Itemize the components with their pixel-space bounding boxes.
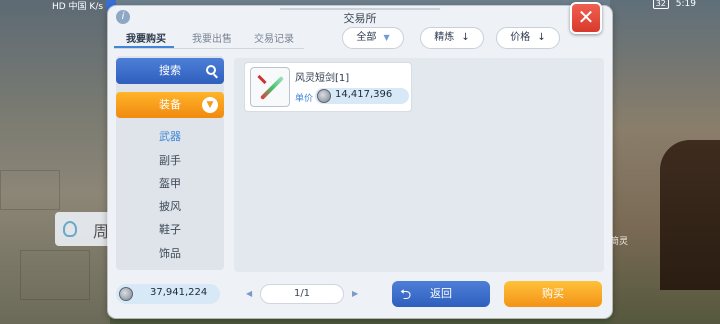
balance-display: 37,941,224	[116, 284, 220, 304]
category-dropdown[interactable]: 装备 ▼	[116, 92, 224, 118]
sort-price-label: 价格	[510, 32, 531, 43]
search-button-label: 搜索	[159, 64, 181, 77]
sidebar-item-accessory[interactable]: 饰品	[116, 245, 224, 261]
chevron-down-icon: ▼	[202, 97, 218, 113]
sidebar-item-cloak[interactable]: 披风	[116, 198, 224, 214]
sidebar-item-offhand[interactable]: 副手	[116, 152, 224, 168]
category-sidebar: 搜索 装备 ▼ 武器 副手 盔甲 披风 鞋子 饰品	[116, 56, 224, 270]
background-chip-text: 周	[93, 222, 110, 241]
page-indicator: 1/1	[260, 284, 344, 304]
tab-sell[interactable]: 我要出售	[192, 30, 232, 45]
sword-guard	[257, 74, 267, 85]
chevron-down-icon: ▼	[383, 33, 390, 42]
battery-level: 32	[652, 0, 669, 9]
search-icon	[206, 65, 216, 75]
close-button[interactable]: ✕	[570, 2, 602, 34]
listing-panel: 风灵短剑[1] 单价 14,417,396	[234, 58, 604, 272]
tab-buy[interactable]: 我要购买	[126, 30, 166, 45]
balance-value: 37,941,224	[150, 287, 208, 298]
status-right: 32 5:19	[652, 0, 696, 9]
item-price-value: 14,417,396	[335, 89, 393, 100]
sidebar-item-shoes[interactable]: 鞋子	[116, 221, 224, 237]
unit-price-label: 单价	[295, 94, 314, 104]
background-tile	[20, 250, 90, 300]
item-thumbnail	[250, 67, 290, 107]
dialog-title: 交易所	[343, 12, 377, 25]
buy-button[interactable]: 购买	[504, 281, 602, 307]
back-button[interactable]: ⮌ 返回	[392, 281, 490, 307]
arrow-down-icon: ↓	[461, 32, 470, 43]
tab-divider	[114, 48, 304, 49]
return-icon: ⮌	[400, 287, 412, 303]
drop-icon	[63, 221, 77, 237]
sidebar-item-armor[interactable]: 盔甲	[116, 175, 224, 191]
listing-card[interactable]: 风灵短剑[1] 单价 14,417,396	[244, 62, 412, 112]
item-price: 14,417,396	[315, 88, 409, 104]
category-label: 装备	[159, 98, 181, 111]
zeny-coin-icon	[317, 89, 331, 103]
item-name: 风灵短剑[1]	[295, 73, 350, 84]
network-status: HD 中国 K/s	[52, 2, 104, 12]
info-icon[interactable]: i	[116, 10, 130, 24]
prev-page-icon[interactable]: ◀	[246, 289, 252, 298]
sort-refine-button[interactable]: 精炼 ↓	[420, 27, 484, 49]
background-tile	[0, 170, 60, 210]
background-right-text: 简灵	[609, 237, 628, 247]
filter-all-dropdown[interactable]: 全部 ▼	[342, 27, 404, 49]
exchange-dialog: 交易所 i ✕ 我要购买 我要出售 交易记录 全部 ▼ 精炼 ↓ 价格 ↓ 搜索…	[108, 2, 612, 318]
zeny-coin-icon	[119, 287, 133, 301]
filter-all-label: 全部	[356, 32, 377, 43]
arrow-down-icon: ↓	[537, 32, 546, 43]
back-button-label: 返回	[430, 287, 452, 300]
background-doorway	[660, 140, 720, 290]
next-page-icon[interactable]: ▶	[352, 289, 358, 298]
sidebar-item-weapon[interactable]: 武器	[116, 128, 224, 144]
sort-refine-label: 精炼	[434, 32, 455, 43]
search-button[interactable]: 搜索	[116, 58, 224, 84]
tab-history[interactable]: 交易记录	[254, 30, 294, 45]
clock: 5:19	[675, 0, 696, 9]
sort-price-button[interactable]: 价格 ↓	[496, 27, 560, 49]
